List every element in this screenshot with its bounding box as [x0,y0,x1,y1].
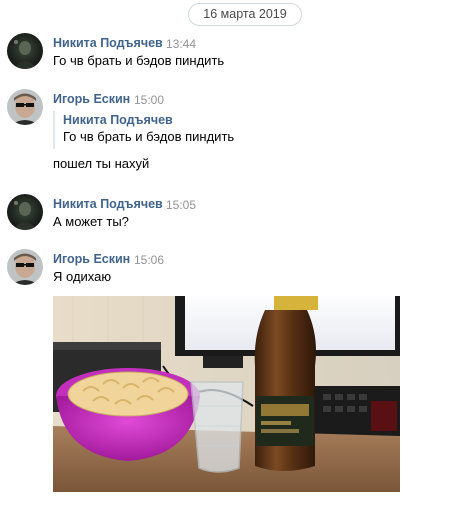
message-time[interactable]: 15:00 [134,93,164,107]
photo-snacks-beer-icon [53,296,400,492]
author-name[interactable]: Игорь Ескин [53,92,130,106]
avatar-dark-photo-icon [7,194,43,230]
quote-author[interactable]: Никита Подъячев [63,112,234,128]
avatar-dark-photo-icon [7,33,43,69]
avatar-igor[interactable] [7,249,43,285]
message-text: Я одихаю [53,269,112,284]
message-text: пошел ты нахуй [53,156,150,171]
chat-history: 16 марта 2019 Никита Подъячев 13:44 Го ч… [0,0,451,506]
author-name[interactable]: Никита Подъячев [53,197,163,211]
quote-text: Го чв брать и бэдов пиндить [63,129,235,144]
photo-attachment[interactable] [53,296,400,492]
avatar-sunglasses-photo-icon [7,89,43,125]
message-time[interactable]: 15:06 [134,253,164,267]
avatar-nikita[interactable] [7,33,43,69]
message-text: Го чв брать и бэдов пиндить [53,53,225,68]
avatar-sunglasses-photo-icon [7,249,43,285]
avatar-nikita[interactable] [7,194,43,230]
message-time[interactable]: 15:05 [166,198,196,212]
date-separator: 16 марта 2019 [188,3,302,26]
avatar-igor[interactable] [7,89,43,125]
author-name[interactable]: Игорь Ескин [53,252,130,266]
message-time[interactable]: 13:44 [166,37,196,51]
forwarded-quote[interactable]: Никита Подъячев Го чв брать и бэдов пинд… [53,111,234,149]
author-name[interactable]: Никита Подъячев [53,36,163,50]
message-text: А может ты? [53,214,129,229]
